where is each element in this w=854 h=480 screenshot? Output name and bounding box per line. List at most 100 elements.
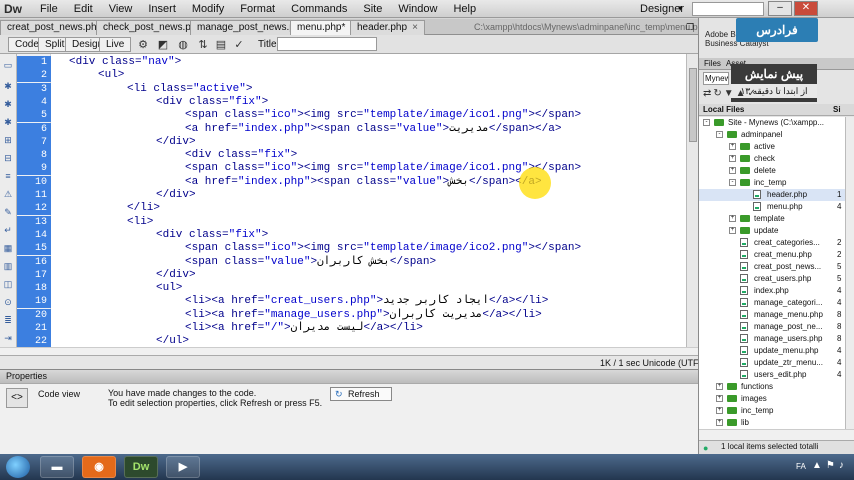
tree-folder[interactable]: + images [699, 393, 845, 405]
tree-folder[interactable]: + active [699, 141, 845, 153]
file-tree[interactable]: - Site - Mynews (C:\xampp... - adminpanel + a… [699, 117, 845, 429]
tree-folder[interactable]: + functions [699, 381, 845, 393]
language-indicator[interactable]: FA [796, 462, 806, 471]
indent-icon[interactable]: ⇥ [2, 332, 14, 344]
highlight-invalid-icon[interactable]: ⚠ [2, 188, 14, 200]
tree-folder[interactable]: + update [699, 225, 845, 237]
tree-file[interactable]: manage_categori... 4 [699, 297, 845, 309]
collapse-selection-icon[interactable]: ✱ [2, 98, 14, 110]
tree-folder[interactable]: + lib [699, 417, 845, 429]
recent-snippets-icon[interactable]: ⊙ [2, 296, 14, 308]
code-line[interactable]: <li class="active"> [51, 83, 686, 96]
tree-file[interactable]: users_edit.php 4 [699, 369, 845, 381]
code-line[interactable]: <li> [51, 216, 686, 229]
code-line[interactable]: <span class="value">بخش کاربران</span> [51, 256, 686, 269]
chevron-down-icon[interactable]: ▾ [678, 3, 683, 14]
code-horizontal-scrollbar[interactable] [0, 347, 698, 355]
dreamweaver-task[interactable]: Dw [124, 456, 158, 478]
code-line[interactable]: </div> [51, 189, 686, 202]
menu-insert[interactable]: Insert [140, 3, 184, 15]
syntax-error-icon[interactable]: ✎ [2, 206, 14, 218]
expand-icon[interactable]: + [729, 227, 736, 234]
tree-file[interactable]: manage_users.php 8 [699, 333, 845, 345]
open-documents-icon[interactable]: ▭ [2, 59, 14, 71]
tree-file[interactable]: creat_post_news... 5 [699, 261, 845, 273]
move-css-icon[interactable]: ≣ [2, 314, 14, 326]
live-code-icon[interactable]: ⚙ [136, 38, 150, 51]
wrap-tag-icon[interactable]: ◫ [2, 278, 14, 290]
code-line[interactable]: <li><a href="creat_users.php">ایجاد کارب… [51, 295, 686, 308]
tree-folder[interactable]: - adminpanel [699, 129, 845, 141]
start-button[interactable] [6, 456, 30, 478]
code-scrollbar[interactable] [686, 54, 698, 347]
tree-file[interactable]: manage_post_ne... 8 [699, 321, 845, 333]
menu-format[interactable]: Format [232, 3, 283, 15]
firefox-task[interactable]: ◉ [82, 456, 116, 478]
balance-braces-icon[interactable]: ⊟ [2, 152, 14, 164]
expand-icon[interactable]: + [716, 419, 723, 426]
expand-all-icon[interactable]: ✱ [2, 116, 14, 128]
code-line[interactable]: <a href="index.php"><span class="value">… [51, 123, 686, 136]
site-select[interactable]: Mynews [703, 72, 729, 85]
menu-file[interactable]: File [32, 3, 66, 15]
word-wrap-icon[interactable]: ↵ [2, 224, 14, 236]
scrollbar-thumb[interactable] [689, 68, 697, 142]
tray-icons[interactable]: ▲⚑♪ [812, 460, 848, 471]
menu-help[interactable]: Help [445, 3, 484, 15]
properties-header[interactable]: Properties [0, 369, 698, 383]
tree-folder[interactable]: - Site - Mynews (C:\xampp... [699, 117, 845, 129]
line-numbers-icon[interactable]: ≡ [2, 170, 14, 182]
tree-file[interactable]: manage_menu.php 8 [699, 309, 845, 321]
code-line[interactable]: <div class="fix"> [51, 149, 686, 162]
tree-file[interactable]: creat_users.php 5 [699, 273, 845, 285]
files-toolbar-icons[interactable]: ⇄↻▼▲✓ [703, 88, 758, 99]
code-content[interactable]: <div class="nav"> <ul> <li class="active">… [51, 54, 686, 347]
code-line[interactable]: <span class="ico"><img src="template/ima… [51, 162, 686, 175]
code-line[interactable]: </div> [51, 136, 686, 149]
expand-icon[interactable]: + [729, 215, 736, 222]
code-line[interactable]: <li><a href="manage_users.php">مدیریت کا… [51, 309, 686, 322]
tree-file[interactable]: creat_categories... 2 [699, 237, 845, 249]
title-input[interactable] [277, 37, 377, 51]
browser-preview-icon[interactable]: ◍ [176, 38, 190, 51]
check-page-icon[interactable]: ✓ [232, 38, 246, 51]
tree-folder[interactable]: - inc_temp [699, 177, 845, 189]
select-parent-icon[interactable]: ⊞ [2, 134, 14, 146]
code-line[interactable]: <span class="ico"><img src="template/ima… [51, 242, 686, 255]
minimize-button[interactable]: – [768, 1, 792, 16]
apply-comment-icon[interactable]: ▦ [2, 242, 14, 254]
expand-icon[interactable]: + [716, 407, 723, 414]
menu-edit[interactable]: Edit [66, 3, 101, 15]
restore-icon[interactable]: ❐ [686, 22, 694, 33]
expand-icon[interactable]: + [729, 167, 736, 174]
file-tree-horizontal-scrollbar[interactable] [699, 429, 854, 440]
search-input[interactable] [692, 2, 764, 16]
file-management-icon[interactable]: ⇅ [196, 38, 210, 51]
tree-folder[interactable]: + check [699, 153, 845, 165]
visual-aids-icon[interactable]: ▤ [214, 38, 228, 51]
inspect-icon[interactable]: ◩ [156, 38, 170, 51]
code-line[interactable]: <div class="nav"> [51, 56, 686, 69]
code-line[interactable]: </ul> [51, 335, 686, 347]
code-line[interactable]: <div class="fix"> [51, 229, 686, 242]
tree-folder[interactable]: + inc_temp [699, 405, 845, 417]
menu-view[interactable]: View [101, 3, 141, 15]
code-line[interactable]: <span class="ico"><img src="template/ima… [51, 109, 686, 122]
code-line[interactable]: </div> [51, 269, 686, 282]
tree-file[interactable]: update_menu.php 4 [699, 345, 845, 357]
close-button[interactable]: ✕ [794, 1, 818, 16]
code-line[interactable]: <li><a href="/">لیست مدیران</a></li> [51, 322, 686, 335]
collapse-icon[interactable]: - [716, 131, 723, 138]
code-line[interactable]: </li> [51, 202, 686, 215]
menu-site[interactable]: Site [355, 3, 390, 15]
live-view-button[interactable]: Live [99, 37, 132, 52]
explorer-task[interactable]: ▬ [40, 456, 74, 478]
code-line[interactable]: <ul> [51, 282, 686, 295]
collapse-icon[interactable]: - [703, 119, 710, 126]
code-line[interactable]: <div class="fix"> [51, 96, 686, 109]
tree-file[interactable]: header.php 1 [699, 189, 845, 201]
expand-icon[interactable]: + [729, 143, 736, 150]
code-line[interactable]: <a href="index.php"><span class="value">… [51, 176, 686, 189]
file-tree-scrollbar[interactable] [845, 117, 854, 429]
media-task[interactable]: ▶ [166, 456, 200, 478]
